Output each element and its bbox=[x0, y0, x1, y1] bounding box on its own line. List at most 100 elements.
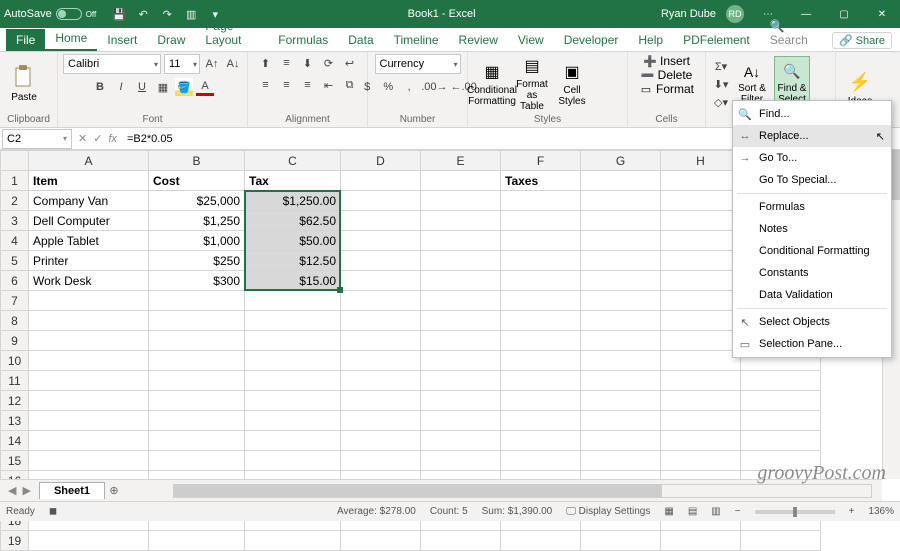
cell[interactable] bbox=[341, 391, 421, 411]
cell[interactable] bbox=[661, 391, 741, 411]
cell[interactable] bbox=[661, 311, 741, 331]
delete-cells-button[interactable]: ➖Delete bbox=[641, 68, 693, 82]
clear-icon[interactable]: ◇▾ bbox=[712, 93, 730, 111]
cell[interactable] bbox=[341, 311, 421, 331]
qat-icon[interactable]: ▥ bbox=[184, 7, 198, 21]
shrink-font-icon[interactable]: A↓ bbox=[224, 55, 242, 73]
cell[interactable] bbox=[421, 191, 501, 211]
cell[interactable] bbox=[29, 411, 149, 431]
cell[interactable] bbox=[421, 371, 501, 391]
cell[interactable] bbox=[661, 331, 741, 351]
cell[interactable] bbox=[421, 271, 501, 291]
name-box[interactable]: C2 bbox=[2, 129, 72, 149]
cell[interactable] bbox=[341, 371, 421, 391]
cell[interactable] bbox=[421, 451, 501, 471]
cell[interactable] bbox=[421, 351, 501, 371]
cell[interactable]: Cost bbox=[149, 171, 245, 191]
menu-notes[interactable]: Notes bbox=[733, 218, 891, 240]
cell[interactable] bbox=[341, 191, 421, 211]
row-header[interactable]: 7 bbox=[1, 291, 29, 311]
zoom-in-icon[interactable]: + bbox=[849, 506, 855, 517]
col-header[interactable]: G bbox=[581, 151, 661, 171]
undo-icon[interactable]: ↶ bbox=[136, 7, 150, 21]
row-header[interactable]: 12 bbox=[1, 391, 29, 411]
view-page-layout-icon[interactable]: ▤ bbox=[688, 506, 697, 517]
tab-review[interactable]: Review bbox=[449, 29, 508, 51]
cell[interactable] bbox=[741, 531, 821, 551]
cell[interactable] bbox=[421, 331, 501, 351]
user-avatar[interactable]: RD bbox=[726, 5, 744, 23]
row-header[interactable]: 10 bbox=[1, 351, 29, 371]
col-header[interactable]: A bbox=[29, 151, 149, 171]
cell[interactable] bbox=[581, 251, 661, 271]
cell[interactable] bbox=[245, 351, 341, 371]
percent-icon[interactable]: % bbox=[379, 78, 397, 96]
row-header[interactable]: 15 bbox=[1, 451, 29, 471]
cell[interactable] bbox=[149, 391, 245, 411]
cell[interactable] bbox=[245, 431, 341, 451]
cell[interactable] bbox=[341, 291, 421, 311]
sheet-nav-next-icon[interactable]: ▶ bbox=[22, 484, 30, 497]
cell[interactable] bbox=[581, 211, 661, 231]
menu-constants[interactable]: Constants bbox=[733, 262, 891, 284]
sheet-tab[interactable]: Sheet1 bbox=[39, 482, 105, 499]
tab-file[interactable]: File bbox=[6, 29, 45, 51]
menu-conditional-formatting[interactable]: Conditional Formatting bbox=[733, 240, 891, 262]
cell[interactable]: $15.00 bbox=[245, 271, 341, 291]
col-header[interactable]: B bbox=[149, 151, 245, 171]
conditional-formatting-button[interactable]: ▦Conditional Formatting bbox=[474, 56, 510, 112]
fill-icon[interactable]: ⬇▾ bbox=[712, 75, 730, 93]
cancel-formula-icon[interactable]: ✕ bbox=[78, 132, 87, 145]
cell[interactable] bbox=[341, 431, 421, 451]
comma-icon[interactable]: , bbox=[400, 78, 418, 96]
cell[interactable] bbox=[245, 331, 341, 351]
menu-selection-pane[interactable]: ▭Selection Pane... bbox=[733, 333, 891, 355]
cell[interactable] bbox=[741, 391, 821, 411]
share-button[interactable]: 🔗 Share bbox=[832, 32, 892, 49]
increase-decimal-icon[interactable]: .00→ bbox=[421, 78, 447, 96]
merge-icon[interactable]: ⧉ bbox=[341, 76, 359, 94]
search-box[interactable]: 🔍 Search bbox=[760, 15, 824, 51]
cell[interactable] bbox=[421, 411, 501, 431]
cell[interactable] bbox=[421, 531, 501, 551]
cell[interactable] bbox=[245, 291, 341, 311]
cell[interactable]: Dell Computer bbox=[29, 211, 149, 231]
cell[interactable] bbox=[501, 231, 581, 251]
cell[interactable] bbox=[149, 431, 245, 451]
cell[interactable] bbox=[421, 391, 501, 411]
redo-icon[interactable]: ↷ bbox=[160, 7, 174, 21]
cell[interactable] bbox=[501, 251, 581, 271]
cell[interactable] bbox=[661, 231, 741, 251]
row-header[interactable]: 3 bbox=[1, 211, 29, 231]
cell[interactable]: Item bbox=[29, 171, 149, 191]
sheet-nav-prev-icon[interactable]: ◀ bbox=[8, 484, 16, 497]
fill-handle-icon[interactable] bbox=[337, 287, 343, 293]
cell[interactable] bbox=[661, 291, 741, 311]
tab-formulas[interactable]: Formulas bbox=[268, 29, 338, 51]
cell[interactable] bbox=[341, 351, 421, 371]
cell[interactable]: $1,250 bbox=[149, 211, 245, 231]
cell[interactable] bbox=[501, 331, 581, 351]
cell[interactable] bbox=[29, 371, 149, 391]
cell[interactable] bbox=[581, 311, 661, 331]
cell[interactable] bbox=[581, 191, 661, 211]
cell[interactable] bbox=[245, 311, 341, 331]
cell[interactable]: Tax bbox=[245, 171, 341, 191]
view-normal-icon[interactable]: ▦ bbox=[664, 506, 673, 517]
tab-draw[interactable]: Draw bbox=[147, 29, 195, 51]
cell[interactable] bbox=[661, 191, 741, 211]
cell[interactable] bbox=[341, 271, 421, 291]
cell[interactable] bbox=[581, 351, 661, 371]
cell[interactable] bbox=[245, 451, 341, 471]
row-header[interactable]: 9 bbox=[1, 331, 29, 351]
menu-goto[interactable]: →Go To... bbox=[733, 147, 891, 169]
cell[interactable] bbox=[341, 231, 421, 251]
cell[interactable]: Company Van bbox=[29, 191, 149, 211]
cell[interactable]: Taxes bbox=[501, 171, 581, 191]
tab-timeline[interactable]: Timeline bbox=[384, 29, 449, 51]
row-header[interactable]: 1 bbox=[1, 171, 29, 191]
format-as-table-button[interactable]: ▤Format as Table bbox=[514, 56, 550, 112]
row-header[interactable]: 11 bbox=[1, 371, 29, 391]
cell[interactable] bbox=[501, 271, 581, 291]
maximize-icon[interactable]: ▢ bbox=[830, 4, 858, 24]
